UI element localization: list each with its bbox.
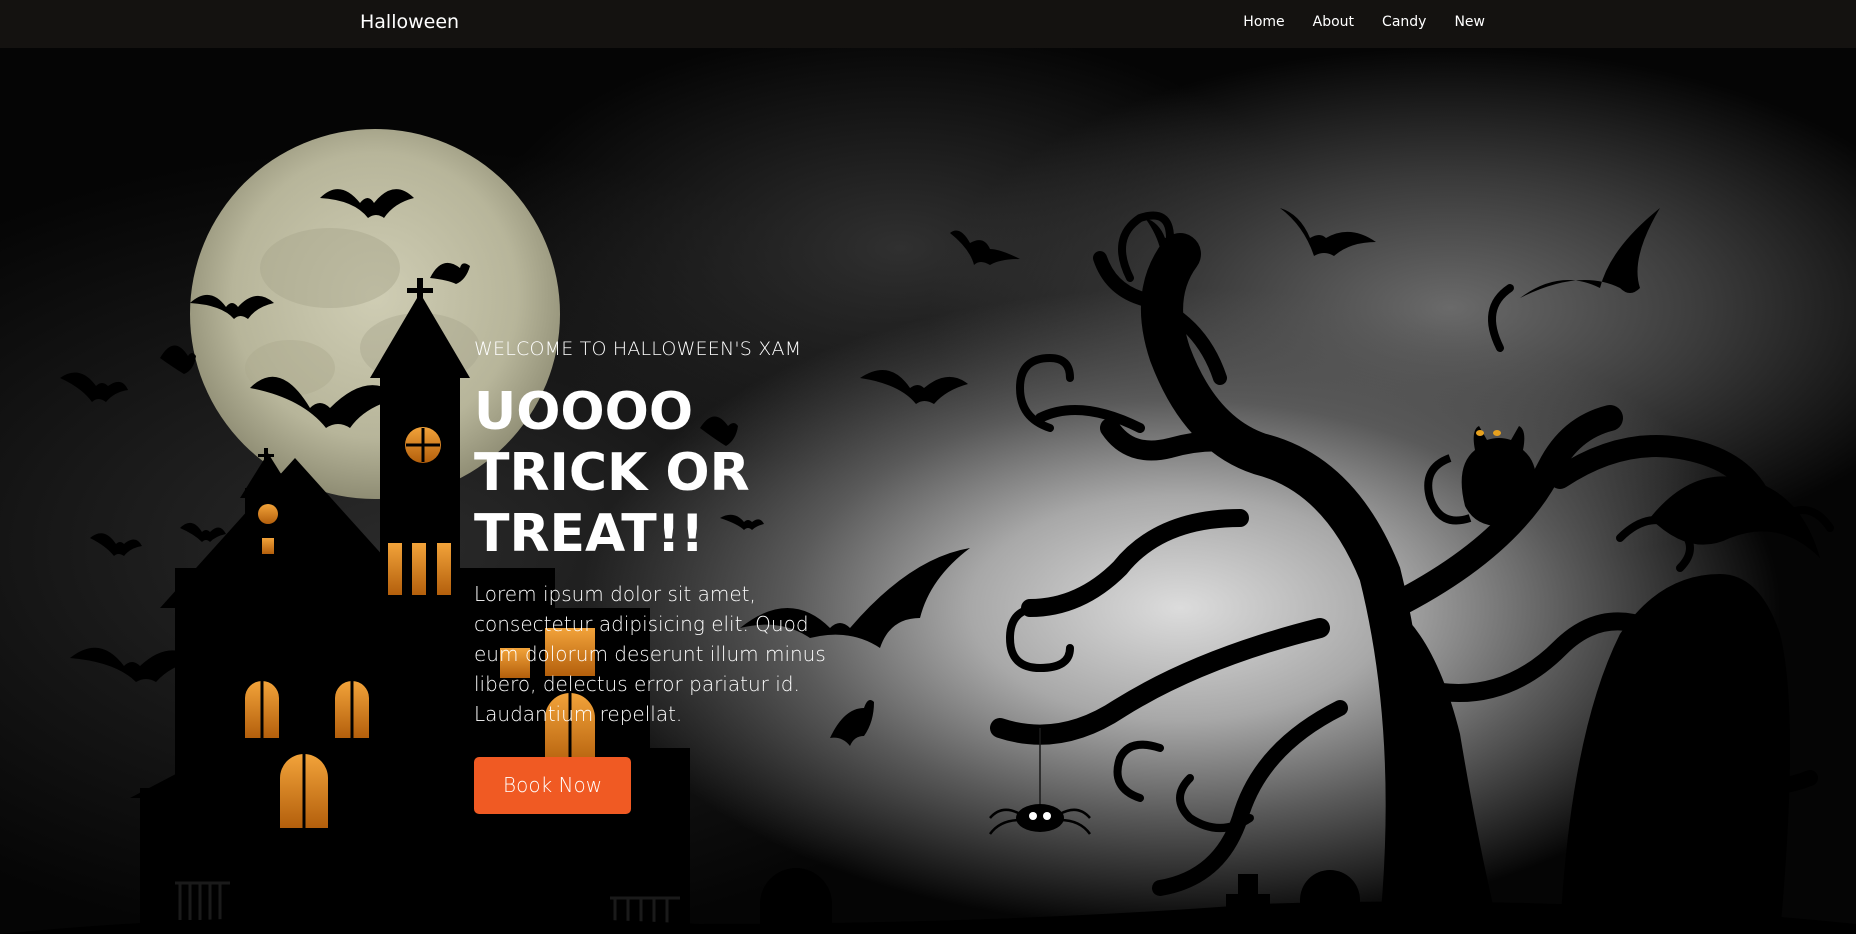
nav-link-candy[interactable]: Candy	[1382, 14, 1426, 30]
nav-link-new[interactable]: New	[1454, 14, 1485, 30]
hero-title: UOOOO TRICK OR TREAT!!	[474, 382, 854, 565]
halloween-illustration	[0, 129, 1856, 934]
hero-title-line: UOOOO	[474, 382, 694, 442]
hero-eyebrow: WELCOME TO HALLOWEEN'S XAM	[474, 338, 802, 360]
brand-logo-link[interactable]: Halloween	[360, 11, 459, 33]
nav-link-about[interactable]: About	[1313, 14, 1354, 30]
hero-description: Lorem ipsum dolor sit amet, consectetur …	[474, 582, 826, 726]
book-now-button[interactable]: Book Now	[474, 757, 632, 814]
hero-title-line: TREAT!!	[474, 504, 705, 564]
nav-link-home[interactable]: Home	[1243, 14, 1284, 30]
spider-icon	[988, 728, 1092, 835]
top-navbar: Halloween Home About Candy New	[0, 0, 1856, 48]
nav-links: Home About Candy New	[1215, 14, 1485, 30]
hero-title-line: TRICK OR	[474, 443, 750, 503]
black-cat-icon	[1424, 426, 1537, 526]
hero-background-scene	[0, 48, 1856, 934]
hero-content: WELCOME TO HALLOWEEN'S XAM UOOOO TRICK O…	[474, 338, 854, 814]
